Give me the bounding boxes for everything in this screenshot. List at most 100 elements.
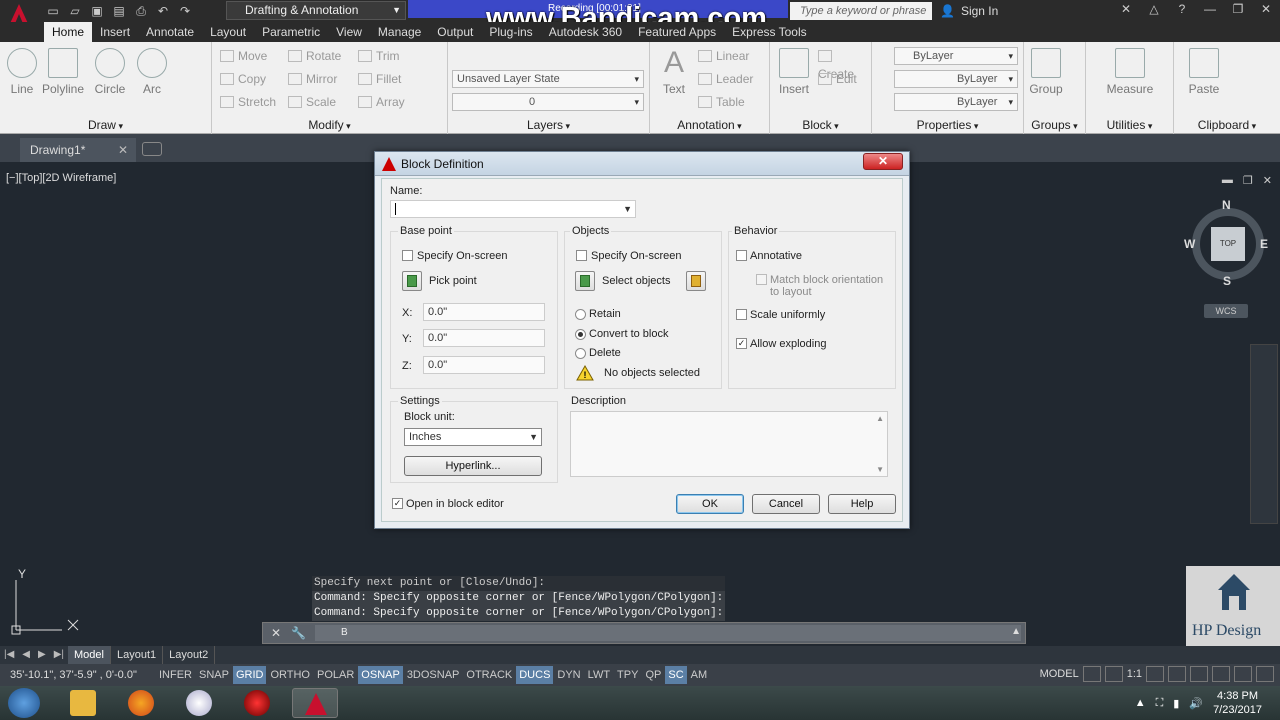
tab-home[interactable]: Home	[44, 22, 93, 42]
arc-button[interactable]: Arc	[130, 48, 174, 96]
linear-dimension-button[interactable]: Linear	[698, 47, 749, 65]
allow-exploding-checkbox[interactable]: ✓	[736, 338, 747, 349]
objects-onscreen-checkbox[interactable]	[576, 250, 587, 261]
toggle-3dosnap[interactable]: 3DOSNAP	[404, 666, 463, 684]
taskbar-firefox[interactable]	[118, 688, 164, 718]
close-icon[interactable]: ✕	[1258, 2, 1274, 16]
color-dropdown[interactable]: ByLayer	[894, 47, 1018, 65]
save-icon[interactable]: ▣	[88, 2, 106, 20]
clock[interactable]: 4:38 PM 7/23/2017	[1213, 689, 1262, 717]
paste-button[interactable]: Paste	[1182, 48, 1226, 96]
create-block-button[interactable]: Create	[818, 47, 871, 81]
scale-button[interactable]: Scale	[288, 93, 336, 111]
group-button[interactable]: Group	[1024, 48, 1068, 96]
annotation-scale[interactable]: 1:1	[1127, 668, 1142, 680]
viewcube[interactable]: TOP N S E W	[1184, 198, 1270, 288]
hyperlink-button[interactable]: Hyperlink...	[404, 456, 542, 476]
quick-view-drawings-icon[interactable]	[1104, 666, 1123, 682]
table-button[interactable]: Table	[698, 93, 745, 111]
ok-button[interactable]: OK	[676, 494, 744, 514]
modify-panel-title[interactable]: Modify	[212, 118, 447, 132]
select-objects-button[interactable]	[575, 271, 595, 291]
toggle-am[interactable]: AM	[688, 666, 711, 684]
viewport-controls-label[interactable]: [−][Top][2D Wireframe]	[6, 172, 116, 184]
compass-south[interactable]: S	[1223, 274, 1231, 288]
match-orientation-checkbox[interactable]	[756, 274, 767, 285]
delete-radio[interactable]	[575, 348, 586, 359]
isolate-objects-icon[interactable]	[1234, 666, 1252, 682]
tab-layout[interactable]: Layout	[202, 22, 254, 42]
tab-manage[interactable]: Manage	[370, 22, 429, 42]
wrench-icon[interactable]: 🔧	[291, 626, 306, 640]
new-tab-button[interactable]	[142, 142, 162, 156]
y-field[interactable]: 0.0"	[423, 329, 545, 347]
exchange-icon[interactable]: ✕	[1118, 2, 1134, 16]
mirror-button[interactable]: Mirror	[288, 70, 337, 88]
rotate-button[interactable]: Rotate	[288, 47, 341, 65]
workspace-switch-icon[interactable]	[1168, 666, 1186, 682]
toggle-dyn[interactable]: DYN	[554, 666, 583, 684]
chevron-up-icon[interactable]: ▲	[1011, 626, 1021, 637]
start-button[interactable]	[8, 688, 40, 718]
model-space-button[interactable]: MODEL	[1040, 668, 1079, 680]
redo-icon[interactable]: ↷	[176, 2, 194, 20]
scroll-down-icon[interactable]: ▼	[876, 465, 884, 474]
scroll-up-icon[interactable]: ▲	[876, 414, 884, 423]
minimize-icon[interactable]: ▬	[1222, 174, 1233, 187]
toggle-qp[interactable]: QP	[642, 666, 664, 684]
compass-west[interactable]: W	[1184, 237, 1195, 251]
toggle-tpy[interactable]: TPY	[614, 666, 641, 684]
minimize-icon[interactable]: —	[1202, 2, 1218, 16]
tab-autodesk-360[interactable]: Autodesk 360	[541, 22, 630, 42]
stretch-button[interactable]: Stretch	[220, 93, 276, 111]
block-unit-dropdown[interactable]: Inches ▼	[404, 428, 542, 446]
measure-button[interactable]: Measure	[1096, 48, 1164, 96]
insert-button[interactable]: Insert	[772, 48, 816, 96]
next-tab-icon[interactable]: ▶	[34, 646, 50, 664]
taskbar-itunes[interactable]	[176, 688, 222, 718]
scale-uniformly-checkbox[interactable]	[736, 309, 747, 320]
circle-button[interactable]: Circle	[88, 48, 132, 96]
tab-insert[interactable]: Insert	[92, 22, 138, 42]
linetype-dropdown[interactable]: ByLayer	[894, 70, 1018, 88]
description-textarea[interactable]: ▲ ▼	[570, 411, 888, 477]
coordinate-readout[interactable]: 35'-10.1", 37'-5.9" , 0'-0.0"	[0, 669, 156, 681]
close-icon[interactable]: ✕	[271, 626, 281, 640]
layers-panel-title[interactable]: Layers	[448, 118, 649, 132]
tab-layout1[interactable]: Layout1	[111, 646, 164, 664]
annotative-checkbox[interactable]	[736, 250, 747, 261]
tab-model[interactable]: Model	[68, 646, 111, 664]
z-field[interactable]: 0.0"	[423, 356, 545, 374]
toggle-sc[interactable]: SC	[665, 666, 687, 684]
copy-button[interactable]: Copy	[220, 70, 266, 88]
clean-screen-icon[interactable]	[1256, 666, 1274, 682]
layer-state-dropdown[interactable]: Unsaved Layer State	[452, 70, 644, 88]
convert-to-block-radio[interactable]	[575, 329, 586, 340]
properties-panel-title[interactable]: Properties	[872, 118, 1023, 132]
volume-icon[interactable]: 🔊	[1189, 697, 1203, 710]
wcs-menu[interactable]: WCS	[1204, 304, 1248, 318]
trim-button[interactable]: Trim	[358, 47, 400, 65]
tab-annotate[interactable]: Annotate	[138, 22, 202, 42]
network-icon[interactable]: ⛶	[1156, 697, 1164, 710]
compass-north[interactable]: N	[1222, 198, 1231, 212]
taskbar-explorer[interactable]	[60, 688, 106, 718]
annotation-visibility-icon[interactable]	[1146, 666, 1164, 682]
layer-dropdown[interactable]: 0	[452, 93, 644, 111]
cancel-button[interactable]: Cancel	[752, 494, 820, 514]
toggle-snap[interactable]: SNAP	[196, 666, 232, 684]
triangle-icon[interactable]: △	[1146, 2, 1162, 16]
toggle-grid[interactable]: GRID	[232, 666, 267, 684]
utilities-panel-title[interactable]: Utilities	[1086, 118, 1173, 132]
toggle-infer[interactable]: INFER	[156, 666, 195, 684]
tab-featured-apps[interactable]: Featured Apps	[630, 22, 724, 42]
viewcube-face[interactable]: TOP	[1211, 227, 1245, 261]
polyline-button[interactable]: Polyline	[40, 48, 86, 96]
tab-plugins[interactable]: Plug-ins	[481, 22, 540, 42]
tab-parametric[interactable]: Parametric	[254, 22, 328, 42]
help-button[interactable]: Help	[828, 494, 896, 514]
line-button[interactable]: Line	[0, 48, 44, 96]
pick-point-button[interactable]	[402, 271, 422, 291]
toggle-lwt[interactable]: LWT	[585, 666, 613, 684]
x-field[interactable]: 0.0"	[423, 303, 545, 321]
